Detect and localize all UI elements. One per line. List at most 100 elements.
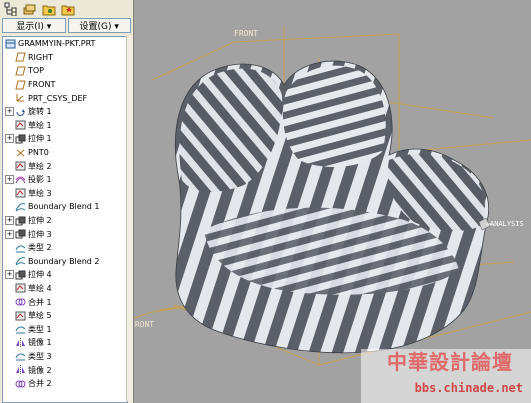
tree-item-label: Boundary Blend 1 — [28, 202, 100, 212]
extrude-icon — [15, 229, 26, 239]
tree-item-label: 类型 2 — [28, 243, 52, 253]
expand-toggle[interactable]: + — [5, 134, 14, 144]
tree-item[interactable]: 合并 1 — [3, 295, 127, 309]
graphics-viewport[interactable]: FRONT FRONT ANALYSIS 中華設計論壇 bbs.chinade.… — [134, 0, 531, 403]
merge-icon — [15, 297, 26, 307]
tree-item[interactable]: 类型 3 — [3, 350, 127, 364]
tree-item-label: 类型 3 — [28, 351, 52, 361]
sketch-icon — [15, 188, 26, 198]
boundary-blend-icon — [15, 202, 26, 212]
tree-item-label: 拉伸 2 — [28, 216, 52, 226]
extrude-icon — [15, 216, 26, 226]
tree-root-label: GRAMMYIN-PKT.PRT — [18, 39, 96, 49]
tree-item-label: 镜像 1 — [28, 338, 52, 348]
expand-toggle[interactable]: + — [5, 175, 14, 185]
tree-item-label: 镜像 2 — [28, 365, 52, 375]
csys-icon — [15, 93, 26, 103]
mirror-icon — [15, 337, 26, 348]
projection-icon — [15, 175, 26, 185]
tree-item-label: 草绘 2 — [28, 161, 52, 171]
datum-plane-icon — [15, 66, 26, 76]
tree-item[interactable]: + 拉伸 2 — [3, 214, 127, 228]
tree-item[interactable]: Boundary Blend 2 — [3, 255, 127, 269]
model-tree-icon[interactable] — [3, 1, 19, 16]
tree-item-label: RIGHT — [28, 52, 54, 62]
tree-item[interactable]: PRT_CSYS_DEF — [3, 91, 127, 105]
revolve-icon — [15, 107, 26, 117]
tree-item-label: 拉伸 3 — [28, 229, 52, 239]
tree-item[interactable]: RIGHT — [3, 51, 127, 65]
tree-scrollbar[interactable] — [126, 36, 133, 401]
datum-plane-icon — [15, 52, 26, 62]
tree-item[interactable]: 合并 2 — [3, 377, 127, 391]
expand-toggle[interactable]: + — [5, 229, 14, 239]
expand-toggle[interactable]: + — [5, 270, 14, 280]
model-tree-panel: 显示(I) ▾ 设置(G) ▾ GRAMMYIN-PKT.PRT RIGHT TO… — [0, 0, 134, 403]
tree-item-label: PRT_CSYS_DEF — [28, 93, 88, 103]
navigator-toolbar — [0, 0, 133, 17]
datum-plane-icon — [15, 80, 26, 90]
sketch-icon — [15, 161, 26, 171]
style-icon — [15, 324, 26, 334]
datum-label-front-bottom: FRONT — [134, 320, 155, 329]
tree-item-label: Boundary Blend 2 — [28, 256, 100, 266]
tree-item[interactable]: Boundary Blend 1 — [3, 200, 127, 214]
style-icon — [15, 243, 26, 253]
expand-toggle[interactable]: + — [5, 107, 14, 117]
tree-item[interactable]: 草绘 2 — [3, 159, 127, 173]
tree-item[interactable]: FRONT — [3, 78, 127, 92]
tree-item[interactable]: + 拉伸 3 — [3, 227, 127, 241]
tree-item-label: 拉伸 4 — [28, 270, 52, 280]
model-graphics — [134, 25, 531, 366]
part-icon — [5, 39, 16, 49]
favorites-icon[interactable] — [60, 1, 76, 16]
tree-item[interactable]: 草绘 4 — [3, 282, 127, 296]
tree-item[interactable]: + 投影 1 — [3, 173, 127, 187]
tree-item[interactable]: TOP — [3, 64, 127, 78]
tree-item[interactable]: 类型 1 — [3, 322, 127, 336]
tree-item[interactable]: + 旋转 1 — [3, 105, 127, 119]
tree-item-label: 草绘 1 — [28, 120, 52, 130]
tree-item-label: 草绘 4 — [28, 283, 52, 293]
tree-item[interactable]: 类型 2 — [3, 241, 127, 255]
chair-model — [174, 60, 490, 354]
datum-label-front-top: FRONT — [234, 29, 259, 38]
tree-item-label: 草绘 5 — [28, 311, 52, 321]
extrude-icon — [15, 270, 26, 280]
model-tree: GRAMMYIN-PKT.PRT RIGHT TOP FRONT PRT_CSYS_D… — [2, 36, 128, 403]
expand-toggle[interactable]: + — [5, 216, 14, 226]
tree-item-label: 合并 1 — [28, 297, 52, 307]
tree-item-label: 拉伸 1 — [28, 134, 52, 144]
tree-item[interactable]: 草绘 5 — [3, 309, 127, 323]
tree-item-label: 草绘 3 — [28, 188, 52, 198]
tree-item-label: 类型 1 — [28, 324, 52, 334]
style-icon — [15, 351, 26, 361]
tree-item[interactable]: 镜像 2 — [3, 363, 127, 377]
watermark-url: bbs.chinade.net — [414, 381, 523, 395]
tree-item[interactable]: 草绘 3 — [3, 187, 127, 201]
boundary-blend-icon — [15, 256, 26, 266]
folder-icon[interactable] — [41, 1, 57, 16]
merge-icon — [15, 379, 26, 389]
tree-item[interactable]: 草绘 1 — [3, 119, 127, 133]
extrude-icon — [15, 134, 26, 144]
sketch-icon — [15, 311, 26, 321]
tree-item[interactable]: + 拉伸 1 — [3, 132, 127, 146]
tree-item-label: FRONT — [28, 80, 56, 90]
tree-item-label: TOP — [28, 66, 45, 76]
tree-item-label: 合并 2 — [28, 379, 52, 389]
tree-item[interactable]: 镜像 1 — [3, 336, 127, 350]
datum-point-icon — [15, 148, 26, 158]
watermark-title: 中華設計論壇 — [387, 350, 513, 374]
sketch-icon — [15, 283, 26, 293]
tree-item-label: 投影 1 — [28, 175, 52, 185]
layers-icon[interactable] — [22, 1, 38, 16]
tree-root[interactable]: GRAMMYIN-PKT.PRT — [3, 37, 127, 51]
sketch-icon — [15, 120, 26, 130]
show-menu-button[interactable]: 显示(I) ▾ — [2, 18, 66, 33]
tree-item[interactable]: PNT0 — [3, 146, 127, 160]
tree-item-label: 旋转 1 — [28, 107, 52, 117]
tree-menus: 显示(I) ▾ 设置(G) ▾ — [0, 17, 133, 35]
tree-item[interactable]: + 拉伸 4 — [3, 268, 127, 282]
settings-menu-button[interactable]: 设置(G) ▾ — [67, 18, 131, 33]
